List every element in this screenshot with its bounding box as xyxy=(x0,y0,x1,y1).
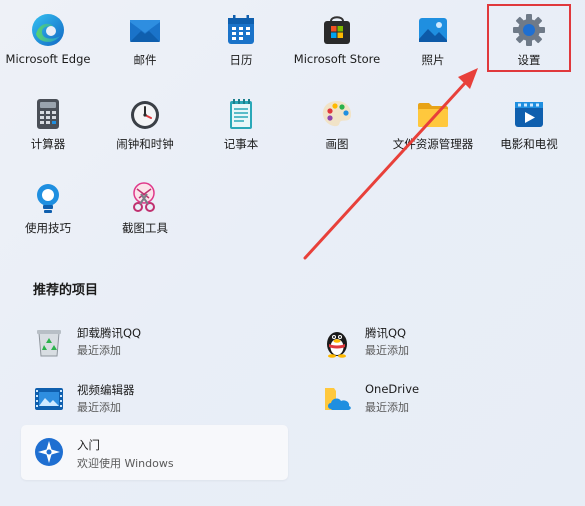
app-notepad[interactable]: 记事本 xyxy=(193,84,289,154)
recommended-item-sub: 最近添加 xyxy=(365,401,409,414)
recommended-item-sub: 最近添加 xyxy=(365,344,409,357)
recommended-heading: 推荐的项目 xyxy=(33,283,99,298)
app-microsoft-edge[interactable]: Microsoft Edge xyxy=(0,0,96,70)
app-tips[interactable]: 使用技巧 xyxy=(0,168,96,238)
app-label: 电影和电视 xyxy=(500,137,558,151)
app-label: 照片 xyxy=(421,53,445,67)
movies-icon xyxy=(515,102,543,127)
notepad-icon xyxy=(230,99,252,129)
app-label: 画图 xyxy=(325,137,349,151)
app-calculator[interactable]: 计算器 xyxy=(0,84,96,154)
app-microsoft-store[interactable]: Microsoft Store xyxy=(289,0,385,70)
qq-penguin-icon xyxy=(327,332,347,358)
app-mail[interactable]: 邮件 xyxy=(97,0,193,70)
app-label: Microsoft Store xyxy=(293,52,381,66)
recommended-item-qq[interactable]: 腾讯QQ 最近添加 xyxy=(321,322,581,366)
app-label: Microsoft Edge xyxy=(5,52,91,66)
photos-icon xyxy=(419,18,447,42)
app-snipping-tool[interactable]: 截图工具 xyxy=(97,168,193,238)
recycle-bin-icon xyxy=(37,330,61,357)
recommended-item-uninstall-qq[interactable]: 卸载腾讯QQ 最近添加 xyxy=(33,322,293,366)
app-label: 使用技巧 xyxy=(25,221,71,235)
calendar-icon xyxy=(228,15,254,44)
app-label: 记事本 xyxy=(223,137,259,151)
recommended-item-name: 视频编辑器 xyxy=(77,383,135,397)
app-paint[interactable]: 画图 xyxy=(289,84,385,154)
recommended-item-name: 入门 xyxy=(77,438,100,452)
recommended-item-get-started[interactable]: 入门 欢迎使用 Windows xyxy=(21,425,288,480)
recommended-item-name: 卸载腾讯QQ xyxy=(77,326,142,340)
calculator-icon xyxy=(37,99,59,129)
app-calendar[interactable]: 日历 xyxy=(193,0,289,70)
recommended-item-onedrive[interactable]: OneDrive 最近添加 xyxy=(321,379,581,423)
folder-icon xyxy=(418,103,448,127)
app-movies-tv[interactable]: 电影和电视 xyxy=(481,84,577,154)
app-label: 邮件 xyxy=(133,53,157,67)
app-label: 闹钟和时钟 xyxy=(116,137,174,151)
recommended-item-sub: 最近添加 xyxy=(77,401,121,414)
app-label: 截图工具 xyxy=(122,221,168,235)
recommended-item-sub: 最近添加 xyxy=(77,344,121,357)
recommended-item-name: OneDrive xyxy=(365,382,420,396)
recommended-item-video-editor[interactable]: 视频编辑器 最近添加 xyxy=(33,379,293,423)
edge-icon xyxy=(32,14,64,46)
app-label: 文件资源管理器 xyxy=(392,137,474,151)
app-photos[interactable]: 照片 xyxy=(385,0,481,70)
recommended-item-sub: 欢迎使用 Windows xyxy=(77,457,174,470)
paint-icon xyxy=(322,101,352,127)
snipping-tool-icon xyxy=(133,182,155,212)
app-file-explorer[interactable]: 文件资源管理器 xyxy=(385,84,481,154)
tips-icon xyxy=(37,184,59,213)
video-editor-icon xyxy=(35,388,63,410)
settings-highlight-box xyxy=(487,4,571,72)
app-label: 日历 xyxy=(229,53,253,67)
recommended-item-name: 腾讯QQ xyxy=(365,326,407,340)
get-started-icon xyxy=(35,438,63,466)
clock-icon xyxy=(131,101,159,129)
app-alarms-clock[interactable]: 闹钟和时钟 xyxy=(97,84,193,154)
store-icon xyxy=(324,16,350,44)
onedrive-icon xyxy=(325,388,351,410)
mail-icon xyxy=(130,20,160,42)
app-label: 计算器 xyxy=(30,137,66,151)
